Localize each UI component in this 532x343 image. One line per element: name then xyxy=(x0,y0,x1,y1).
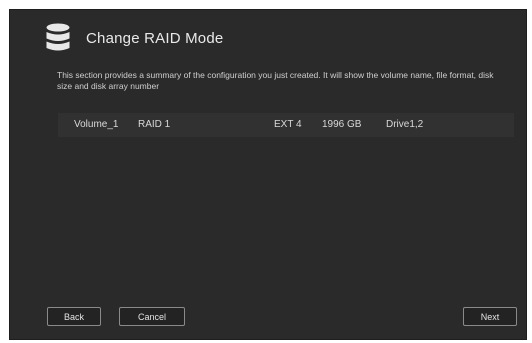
dialog-header: Change RAID Mode xyxy=(46,23,223,53)
next-button[interactable]: Next xyxy=(463,307,517,326)
disk-size: 1996 GB xyxy=(322,119,362,130)
cancel-button[interactable]: Cancel xyxy=(119,307,185,326)
change-raid-mode-dialog: Change RAID Mode This section provides a… xyxy=(9,9,527,340)
dialog-title: Change RAID Mode xyxy=(86,29,224,47)
file-system: EXT 4 xyxy=(274,119,302,130)
database-icon xyxy=(46,23,70,51)
back-button[interactable]: Back xyxy=(47,307,101,326)
disk-array: Drive1,2 xyxy=(386,119,424,130)
summary-description: This section provides a summary of the c… xyxy=(57,70,494,91)
volume-summary-row: Volume_1 RAID 1 EXT 4 1996 GB Drive1,2 xyxy=(58,113,514,137)
raid-level: RAID 1 xyxy=(138,119,171,130)
volume-name: Volume_1 xyxy=(74,119,119,130)
